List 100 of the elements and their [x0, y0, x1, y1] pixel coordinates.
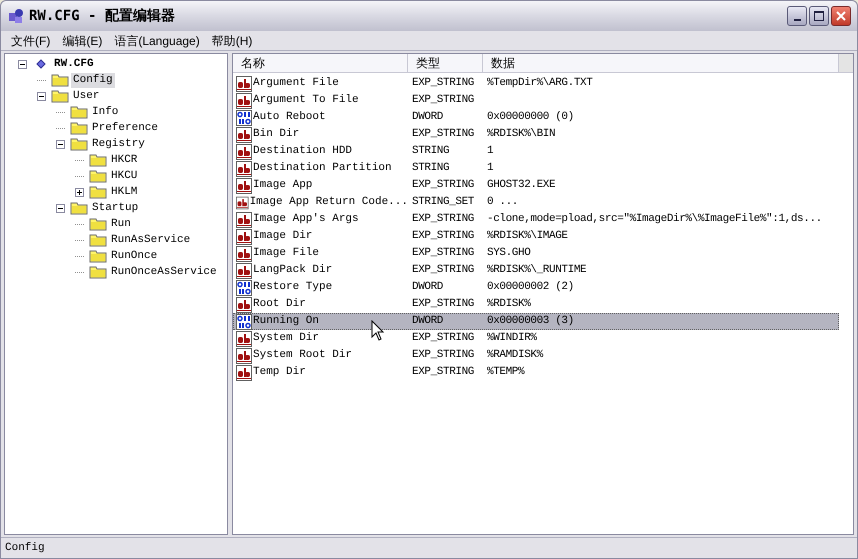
tree-item[interactable]: Info — [90, 104, 120, 120]
table-cell: STRING — [412, 162, 450, 174]
collapse-toggle[interactable] — [56, 140, 65, 148]
header-filler — [839, 54, 853, 72]
table-cell: EXP_STRING — [412, 213, 474, 226]
table-cell: %RDISK%\_RUNTIME — [487, 264, 586, 276]
table-row[interactable]: Auto Reboot DWORD 0x00000000 (0) — [233, 109, 839, 126]
table-cell: EXP_STRING — [412, 349, 474, 362]
table-cell: EXP_STRING — [412, 179, 474, 192]
table-row[interactable]: Argument To File EXP_STRING — [233, 92, 839, 109]
tree-item[interactable]: HKCU — [109, 168, 140, 184]
table-cell: EXP_STRING — [412, 128, 474, 140]
tree-item[interactable]: Config — [71, 72, 115, 88]
table-cell: %RDISK% — [487, 298, 530, 310]
table-row[interactable]: Restore Type DWORD 0x00000002 (2) — [233, 279, 839, 296]
string-value-icon — [236, 228, 252, 244]
table-cell: 0x00000000 (0) — [487, 111, 574, 124]
diamond-icon — [36, 59, 46, 69]
menu-item[interactable]: 帮助(H) — [206, 32, 258, 50]
table-cell: %RAMDISK% — [487, 349, 543, 362]
table-row[interactable]: Destination HDD STRING 1 — [233, 143, 839, 160]
folder-icon — [89, 265, 107, 279]
collapse-toggle[interactable] — [37, 92, 46, 100]
string-value-icon — [236, 330, 252, 346]
table-cell-text: Running On — [253, 314, 320, 330]
table-cell: %WINDIR% — [487, 332, 537, 344]
tree-item[interactable]: RunOnceAsService — [109, 264, 219, 280]
binary-value-icon — [236, 314, 252, 330]
table-row[interactable]: Bin Dir EXP_STRING %RDISK%\BIN — [233, 126, 839, 143]
column-header[interactable]: 类型 — [408, 54, 483, 72]
string-value-icon — [236, 296, 252, 312]
cursor-icon — [371, 320, 385, 342]
table-cell-text: Argument To File — [253, 93, 359, 108]
folder-icon — [89, 233, 107, 247]
tree-item[interactable]: Startup — [90, 200, 140, 216]
folder-icon — [70, 121, 88, 135]
table-cell: 0x00000003 (3) — [487, 315, 574, 328]
folder-icon — [51, 89, 69, 103]
table-cell-text: Temp Dir — [253, 365, 306, 380]
table-row[interactable]: Image App's Args EXP_STRING -clone,mode=pload,src="%ImageDir%\%ImageFile%":1,ds... — [233, 211, 839, 228]
table-cell: DWORD — [412, 281, 444, 294]
table-cell-text: System Root Dir — [253, 348, 352, 364]
table-cell: EXP_STRING — [412, 94, 474, 106]
table-cell-text: Root Dir — [253, 297, 306, 312]
binary-value-icon — [236, 280, 252, 296]
tree-item[interactable]: Registry — [90, 136, 147, 152]
table-cell-text: Auto Reboot — [253, 110, 326, 126]
table-cell: EXP_STRING — [412, 230, 474, 242]
table-cell-text: Image File — [253, 246, 320, 262]
collapse-toggle[interactable] — [56, 204, 65, 212]
table-row[interactable]: Image App EXP_STRING GHOST32.EXE — [233, 177, 839, 194]
table-cell: %TEMP% — [487, 366, 524, 378]
tree-item[interactable]: RunAsService — [109, 232, 192, 248]
table-cell: %RDISK%\BIN — [487, 128, 556, 140]
table-cell: 1 — [487, 162, 494, 174]
tree-item[interactable]: Run — [109, 216, 133, 232]
table-cell-text: LangPack Dir — [253, 263, 332, 278]
folder-icon — [89, 217, 107, 231]
column-header[interactable]: 名称 — [233, 54, 408, 72]
table-cell: GHOST32.EXE — [487, 179, 556, 192]
table-cell: %RDISK%\IMAGE — [487, 230, 568, 242]
folder-icon — [70, 105, 88, 119]
table-row[interactable]: Image App Return Code... STRING_SET 0 ... — [233, 194, 839, 211]
tree-item[interactable]: User — [71, 88, 102, 104]
string-value-icon — [236, 178, 252, 194]
table-cell: EXP_STRING — [412, 247, 474, 260]
menu-item[interactable]: 语言(Language) — [108, 32, 206, 50]
string-value-icon — [236, 76, 252, 92]
menu-item[interactable]: 编辑(E) — [56, 32, 108, 50]
menu-item[interactable]: 文件(F) — [5, 32, 56, 50]
table-row[interactable]: Temp Dir EXP_STRING %TEMP% — [233, 364, 839, 381]
collapse-toggle[interactable] — [18, 60, 27, 68]
tree-item[interactable]: HKLM — [109, 184, 140, 200]
table-row[interactable]: Argument File EXP_STRING %TempDir%\ARG.TXT — [233, 75, 839, 92]
table-cell-text: Bin Dir — [253, 127, 300, 142]
string-value-icon — [236, 144, 252, 160]
folder-icon — [89, 185, 107, 199]
table-cell: SYS.GHO — [487, 247, 530, 260]
table-cell: %TempDir%\ARG.TXT — [487, 77, 592, 90]
tree-item[interactable]: HKCR — [109, 152, 140, 168]
table-row[interactable]: System Dir EXP_STRING %WINDIR% — [233, 330, 839, 347]
table-row[interactable]: Running On DWORD 0x00000003 (3) — [233, 313, 839, 330]
table-cell-text: Image App Return Code... — [250, 195, 408, 210]
table-row[interactable]: Root Dir EXP_STRING %RDISK% — [233, 296, 839, 313]
tree-item[interactable]: RW.CFG — [52, 56, 96, 72]
table-row[interactable]: Image File EXP_STRING SYS.GHO — [233, 245, 839, 262]
expand-toggle[interactable] — [75, 188, 84, 196]
tree-item[interactable]: RunOnce — [109, 248, 160, 264]
table-cell: EXP_STRING — [412, 332, 474, 344]
table-row[interactable]: System Root Dir EXP_STRING %RAMDISK% — [233, 347, 839, 364]
table-row[interactable]: Destination Partition STRING 1 — [233, 160, 839, 177]
table-cell-text: Destination HDD — [253, 144, 352, 160]
close-button[interactable] — [831, 6, 851, 26]
minimize-button[interactable] — [787, 6, 807, 26]
folder-icon — [89, 169, 107, 183]
folder-icon — [70, 201, 88, 215]
table-row[interactable]: LangPack Dir EXP_STRING %RDISK%\_RUNTIME — [233, 262, 839, 279]
maximize-button[interactable] — [809, 6, 829, 26]
table-row[interactable]: Image Dir EXP_STRING %RDISK%\IMAGE — [233, 228, 839, 245]
tree-item[interactable]: Preference — [90, 120, 160, 136]
